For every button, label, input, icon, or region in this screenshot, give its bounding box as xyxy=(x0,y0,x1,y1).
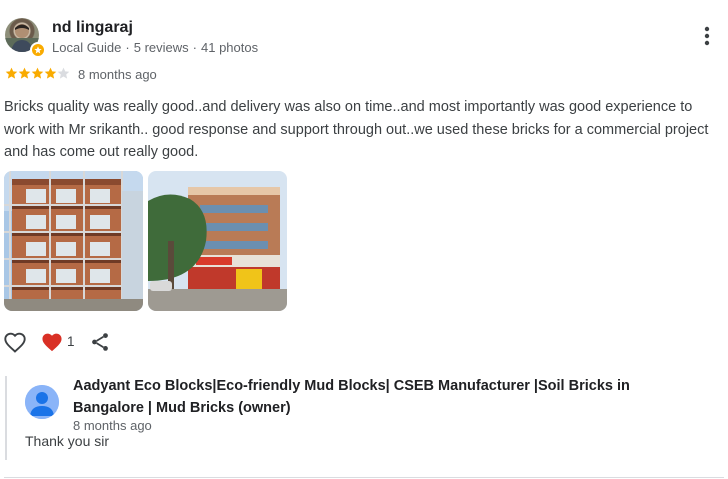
reaction-count: 1 xyxy=(67,334,75,349)
star-filled-icon xyxy=(5,67,18,80)
red-heart-icon[interactable] xyxy=(41,332,65,354)
share-icon[interactable] xyxy=(89,331,113,355)
meta-separator: · xyxy=(125,40,130,55)
review-count: 5 reviews xyxy=(133,40,189,55)
reviewer-meta[interactable]: Local Guide · 5 reviews · 41 photos xyxy=(52,40,258,55)
star-rating xyxy=(5,67,70,80)
star-empty-icon xyxy=(57,67,70,80)
review-actions: 1 xyxy=(0,328,140,356)
review-time: 8 months ago xyxy=(78,67,157,82)
heart-outline-icon[interactable] xyxy=(3,331,27,355)
local-guide-label: Local Guide xyxy=(52,40,122,55)
owner-reply: Aadyant Eco Blocks|Eco-friendly Mud Bloc… xyxy=(5,376,707,460)
star-filled-icon xyxy=(44,67,57,80)
review-photo-2[interactable] xyxy=(148,171,287,311)
review-photo-1[interactable] xyxy=(4,171,143,311)
star-filled-icon xyxy=(31,67,44,80)
star-filled-icon xyxy=(18,67,31,80)
review-card: nd lingaraj Local Guide · 5 reviews · 41 pho… xyxy=(0,0,728,479)
more-vert-icon[interactable] xyxy=(695,22,719,50)
reviewer-name[interactable]: nd lingaraj xyxy=(52,19,133,37)
meta-separator: · xyxy=(192,40,197,55)
divider xyxy=(4,477,724,478)
owner-name: Aadyant Eco Blocks|Eco-friendly Mud Bloc… xyxy=(73,378,630,416)
local-guide-badge-icon xyxy=(30,42,46,58)
review-text: Bricks quality was really good..and deli… xyxy=(4,99,709,160)
photo-count: 41 photos xyxy=(201,40,259,55)
owner-reply-text: Thank you sir xyxy=(25,433,110,449)
owner-reply-time: 8 months ago xyxy=(73,418,152,433)
owner-avatar-icon xyxy=(25,385,59,419)
